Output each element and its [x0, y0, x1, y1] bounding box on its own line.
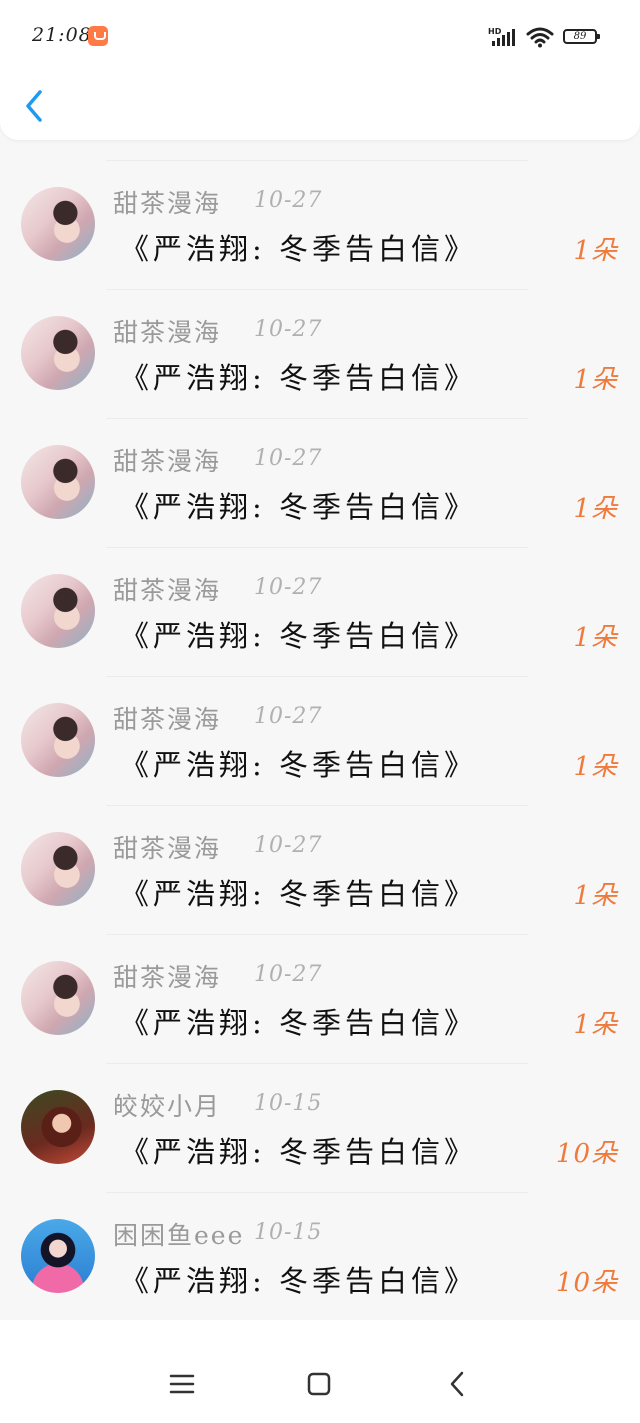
flower-count: 1朵: [573, 623, 618, 653]
work-title[interactable]: 《严浩翔: 冬季告白信》: [120, 484, 477, 526]
list-item[interactable]: 甜茶漫海 10-27 《严浩翔: 冬季告白信》 1朵: [0, 547, 640, 676]
avatar[interactable]: [21, 1219, 95, 1293]
work-title[interactable]: 《严浩翔: 冬季告白信》: [120, 742, 477, 784]
gift-list: 甜茶漫海 10-27 《严浩翔: 冬季告白信》 1朵 甜茶漫海 10-27 《严浩翔: 冬季…: [0, 160, 640, 1321]
work-title[interactable]: 《严浩翔: 冬季告白信》: [120, 1258, 477, 1300]
work-title[interactable]: 《严浩翔: 冬季告白信》: [120, 871, 477, 913]
battery-level: 89: [573, 31, 587, 42]
avatar[interactable]: [21, 1090, 95, 1164]
flower-count: 1朵: [573, 494, 618, 524]
divider: [106, 547, 528, 548]
status-bar: 21:08 HD 89: [0, 0, 640, 72]
divider: [106, 1192, 528, 1193]
battery-icon: 89: [563, 29, 600, 44]
flower-count: 10朵: [555, 1268, 618, 1298]
user-name[interactable]: 甜茶漫海: [113, 829, 221, 865]
back-triangle-icon[interactable]: [441, 1368, 473, 1400]
item-date: 10-27: [254, 704, 323, 729]
back-button[interactable]: [20, 88, 50, 124]
work-title[interactable]: 《严浩翔: 冬季告白信》: [120, 1129, 477, 1171]
user-name[interactable]: 甜茶漫海: [113, 958, 221, 994]
item-date: 10-27: [254, 446, 323, 471]
flower-count: 1朵: [573, 1010, 618, 1040]
avatar[interactable]: [21, 574, 95, 648]
home-square-icon[interactable]: [303, 1368, 335, 1400]
flower-count: 1朵: [573, 752, 618, 782]
flower-count: 1朵: [573, 365, 618, 395]
item-date: 10-27: [254, 575, 323, 600]
avatar[interactable]: [21, 187, 95, 261]
user-name[interactable]: 甜茶漫海: [113, 313, 221, 349]
list-item[interactable]: 甜茶漫海 10-27 《严浩翔: 冬季告白信》 1朵: [0, 418, 640, 547]
avatar[interactable]: [21, 703, 95, 777]
avatar[interactable]: [21, 961, 95, 1035]
flower-count: 1朵: [573, 236, 618, 266]
chevron-left-icon: [26, 90, 42, 122]
user-name[interactable]: 甜茶漫海: [113, 184, 221, 220]
avatar[interactable]: [21, 316, 95, 390]
divider: [106, 934, 528, 935]
item-date: 10-15: [254, 1091, 323, 1116]
list-item[interactable]: 甜茶漫海 10-27 《严浩翔: 冬季告白信》 1朵: [0, 676, 640, 805]
work-title[interactable]: 《严浩翔: 冬季告白信》: [120, 355, 477, 397]
menu-icon[interactable]: [166, 1368, 198, 1400]
divider: [106, 289, 528, 290]
item-date: 10-15: [254, 1220, 323, 1245]
work-title[interactable]: 《严浩翔: 冬季告白信》: [120, 613, 477, 655]
flower-count: 1朵: [573, 881, 618, 911]
header: 21:08 HD 89: [0, 0, 640, 140]
user-name[interactable]: 皎姣小月: [113, 1087, 221, 1123]
avatar[interactable]: [21, 832, 95, 906]
list-item[interactable]: 甜茶漫海 10-27 《严浩翔: 冬季告白信》 1朵: [0, 160, 640, 289]
work-title[interactable]: 《严浩翔: 冬季告白信》: [120, 1000, 477, 1042]
list-item[interactable]: 甜茶漫海 10-27 《严浩翔: 冬季告白信》 1朵: [0, 805, 640, 934]
divider: [106, 160, 528, 161]
user-name[interactable]: 甜茶漫海: [113, 700, 221, 736]
user-name[interactable]: 困困鱼eee: [113, 1216, 244, 1252]
user-name[interactable]: 甜茶漫海: [113, 571, 221, 607]
wifi-icon: [526, 27, 554, 48]
list-item[interactable]: 甜茶漫海 10-27 《严浩翔: 冬季告白信》 1朵: [0, 934, 640, 1063]
list-item[interactable]: 皎姣小月 10-15 《严浩翔: 冬季告白信》 10朵: [0, 1063, 640, 1192]
divider: [106, 1063, 528, 1064]
flower-count: 10朵: [555, 1139, 618, 1169]
network-label: HD: [488, 27, 502, 36]
item-date: 10-27: [254, 188, 323, 213]
shopping-bag-icon: [88, 26, 108, 46]
user-name[interactable]: 甜茶漫海: [113, 442, 221, 478]
item-date: 10-27: [254, 833, 323, 858]
system-nav-bar: [0, 1320, 640, 1423]
item-date: 10-27: [254, 962, 323, 987]
list-item[interactable]: 甜茶漫海 10-27 《严浩翔: 冬季告白信》 1朵: [0, 289, 640, 418]
divider: [106, 676, 528, 677]
avatar[interactable]: [21, 445, 95, 519]
list-item[interactable]: 困困鱼eee 10-15 《严浩翔: 冬季告白信》 10朵: [0, 1192, 640, 1321]
divider: [106, 418, 528, 419]
divider: [106, 805, 528, 806]
status-time: 21:08: [32, 24, 92, 46]
item-date: 10-27: [254, 317, 323, 342]
work-title[interactable]: 《严浩翔: 冬季告白信》: [120, 226, 477, 268]
signal-icon: HD: [488, 27, 515, 46]
